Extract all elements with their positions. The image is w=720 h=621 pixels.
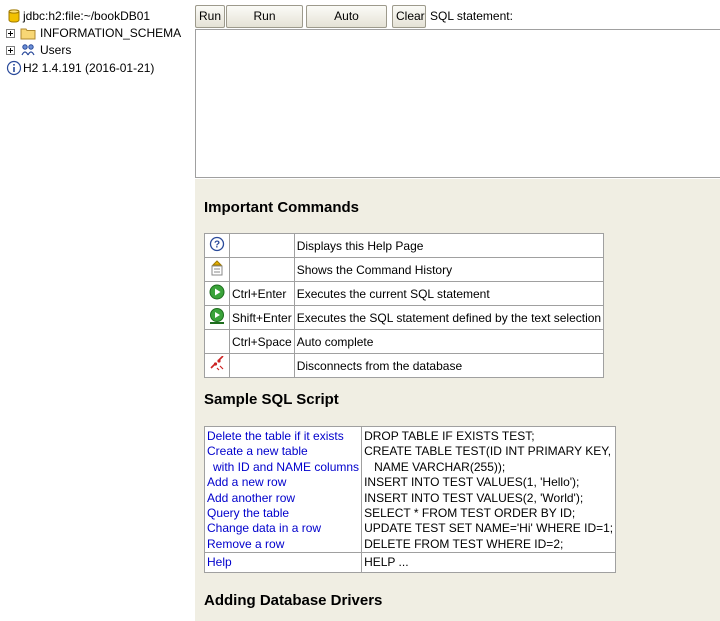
command-row: ? Displays this Help Page xyxy=(204,233,605,258)
users-icon xyxy=(21,44,35,56)
command-row: Ctrl+Enter Executes the current SQL stat… xyxy=(204,281,605,306)
command-shortcut: Shift+Enter xyxy=(229,305,295,330)
folder-icon xyxy=(20,28,36,40)
sample-statement: INSERT INTO TEST VALUES(1, 'Hello'); xyxy=(364,475,580,490)
version-label: H2 1.4.191 (2016-01-21) xyxy=(23,61,155,75)
sample-link-delete[interactable]: Remove a row xyxy=(207,537,359,552)
command-row: Shift+Enter Executes the SQL statement d… xyxy=(204,305,605,330)
important-commands-heading: Important Commands xyxy=(204,199,360,216)
command-shortcut xyxy=(229,257,295,282)
sample-statement: CREATE TABLE TEST(ID INT PRIMARY KEY, xyxy=(364,444,612,459)
commands-table: ? Displays this Help Page Shows the Comm… xyxy=(204,233,605,378)
command-description: Executes the SQL statement defined by th… xyxy=(293,305,605,330)
command-shortcut: Ctrl+Space xyxy=(229,329,295,354)
connection-label: jdbc:h2:file:~/bookDB01 xyxy=(23,9,151,23)
expand-plus-icon[interactable] xyxy=(6,29,15,38)
sql-statement-label: SQL statement: xyxy=(430,9,513,23)
help-panel: Important Commands ? Displays this Help … xyxy=(195,179,720,621)
users-label: Users xyxy=(40,43,72,57)
command-description: Executes the current SQL statement xyxy=(293,281,605,306)
command-shortcut xyxy=(229,353,295,378)
sample-statement: SELECT * FROM TEST ORDER BY ID; xyxy=(364,506,576,521)
command-description: Disconnects from the database xyxy=(293,353,605,378)
adding-drivers-heading: Adding Database Drivers xyxy=(204,592,383,609)
run-button[interactable]: Run xyxy=(195,5,225,28)
svg-text:?: ? xyxy=(214,240,220,251)
sample-link-help[interactable]: Help xyxy=(207,555,359,570)
auto-complete-button[interactable]: Auto complete xyxy=(306,5,387,44)
sample-link-insert-1[interactable]: Add a new row xyxy=(207,475,359,490)
sample-link-create-columns[interactable]: with ID and NAME columns xyxy=(207,460,359,475)
sample-statement: DELETE FROM TEST WHERE ID=2; xyxy=(364,536,564,551)
sample-statement: DROP TABLE IF EXISTS TEST; xyxy=(364,429,535,443)
query-toolbar: Run Run Selected Auto complete Clear SQL… xyxy=(195,0,720,44)
sample-link-drop[interactable]: Delete the table if it exists xyxy=(207,429,359,444)
object-tree: jdbc:h2:file:~/bookDB01 INFORMATION_SCHE… xyxy=(0,0,194,621)
command-description: Shows the Command History xyxy=(293,257,605,282)
history-icon xyxy=(211,260,223,276)
command-shortcut xyxy=(229,233,295,258)
help-icon: ? xyxy=(209,236,225,252)
sample-statement: NAME VARCHAR(255)); xyxy=(374,459,506,474)
run-selected-icon xyxy=(210,308,224,324)
command-row: Ctrl+Space Auto complete xyxy=(204,329,605,354)
command-description: Auto complete xyxy=(293,329,605,354)
sample-link-create[interactable]: Create a new table xyxy=(207,444,359,459)
sample-statement: INSERT INTO TEST VALUES(2, 'World'); xyxy=(364,490,584,505)
command-row: Disconnects from the database xyxy=(204,353,605,378)
sample-link-insert-2[interactable]: Add another row xyxy=(207,491,359,506)
info-icon xyxy=(6,60,22,76)
sample-links-cell: Delete the table if it exists Create a n… xyxy=(203,425,363,554)
disconnect-icon xyxy=(210,355,224,371)
database-icon xyxy=(8,9,20,23)
sample-statement-help: HELP ... xyxy=(364,555,409,570)
sample-sql-heading: Sample SQL Script xyxy=(204,391,339,408)
sql-editor[interactable] xyxy=(195,29,720,178)
command-shortcut: Ctrl+Enter xyxy=(229,281,295,306)
sample-sql-table: Delete the table if it exists Create a n… xyxy=(203,425,617,574)
sample-statement: UPDATE TEST SET NAME='Hi' WHERE ID=1; xyxy=(364,521,614,536)
run-icon xyxy=(209,284,225,300)
expand-plus-icon[interactable] xyxy=(6,46,15,55)
run-selected-button[interactable]: Run Selected xyxy=(226,5,303,44)
schema-label: INFORMATION_SCHEMA xyxy=(40,26,182,40)
sample-statements-cell: DROP TABLE IF EXISTS TEST; CREATE TABLE … xyxy=(361,425,617,554)
clear-button[interactable]: Clear xyxy=(392,5,426,28)
command-description: Displays this Help Page xyxy=(293,233,605,258)
sample-link-update[interactable]: Change data in a row xyxy=(207,521,359,536)
sample-link-select[interactable]: Query the table xyxy=(207,506,359,521)
command-row: Shows the Command History xyxy=(204,257,605,282)
